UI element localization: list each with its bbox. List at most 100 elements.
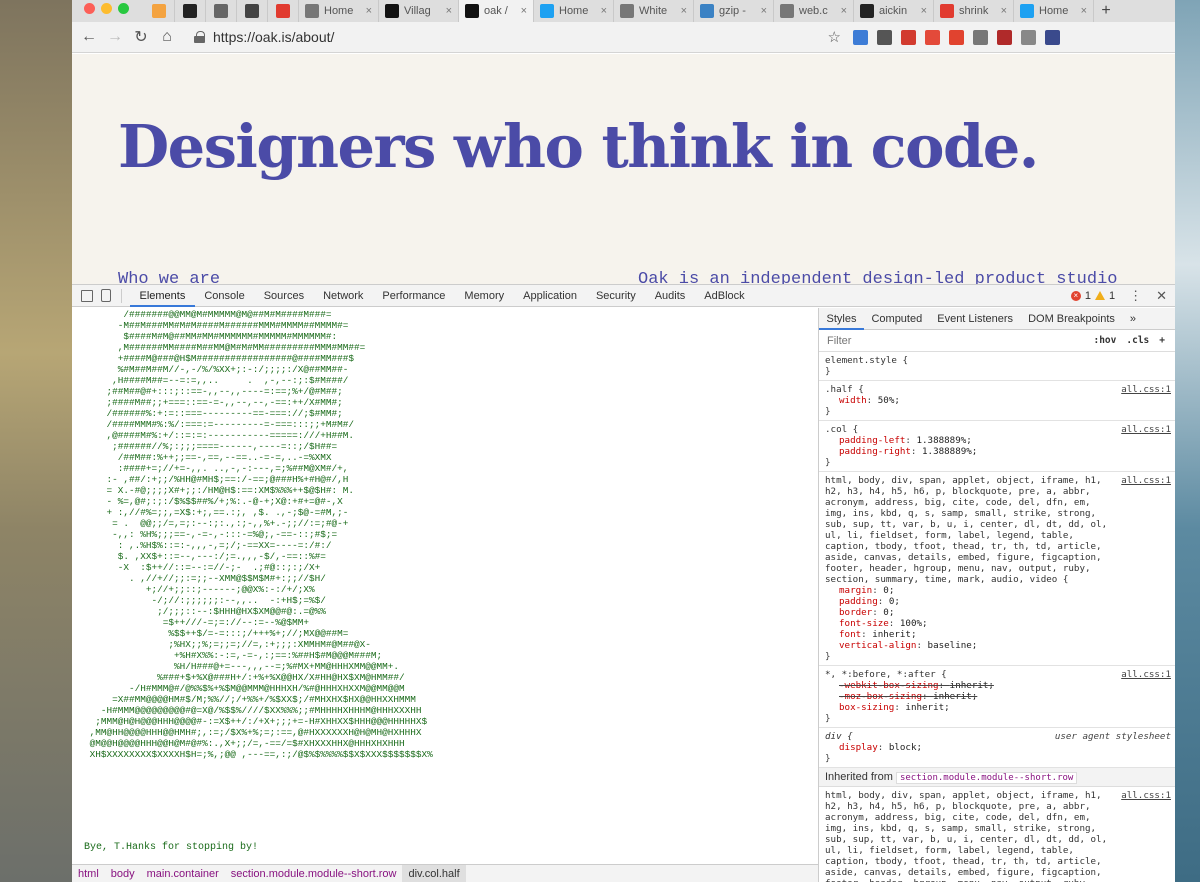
close-tab-icon[interactable]: × <box>601 5 607 17</box>
breadcrumb-item[interactable]: body <box>105 865 141 882</box>
close-devtools-icon[interactable]: ✕ <box>1156 288 1167 304</box>
home-button[interactable]: ⌂ <box>154 28 180 46</box>
close-tab-icon[interactable]: × <box>1081 5 1087 17</box>
forward-button[interactable]: → <box>102 28 128 46</box>
extension-icon[interactable] <box>1045 29 1060 45</box>
browser-window: Home × Villag × oak / × Home × White × gzip - × web.… <box>72 0 1175 882</box>
browser-tab[interactable] <box>175 0 206 22</box>
css-property[interactable]: border: 0; <box>825 607 1171 618</box>
inherited-element-link[interactable]: section.module.module--short.row <box>895 772 1078 784</box>
css-property[interactable]: box-sizing: inherit; <box>825 702 1171 713</box>
extension-icon[interactable] <box>925 29 940 45</box>
console-signoff: Bye, T.Hanks for stopping by! <box>84 842 259 853</box>
browser-tab[interactable]: Home × <box>1014 0 1094 22</box>
browser-tab[interactable]: Home × <box>299 0 379 22</box>
devtools-tab[interactable]: Sources <box>254 285 313 307</box>
extension-icon[interactable] <box>877 29 892 45</box>
element-style-rule: element.style { } <box>819 352 1175 381</box>
css-property[interactable]: padding: 0; <box>825 596 1171 607</box>
studio-intro-text: Oak is an independent design-led product… <box>638 270 1118 284</box>
rule-source-link[interactable]: all.css:1 <box>1121 475 1171 486</box>
hover-state-toggle[interactable]: :hov <box>1093 335 1116 346</box>
css-property[interactable]: font-size: 100%; <box>825 618 1171 629</box>
browser-tab[interactable]: aickin × <box>854 0 934 22</box>
styles-tab[interactable]: Event Listeners <box>930 308 1021 330</box>
devtools-tab[interactable]: Network <box>314 285 373 307</box>
address-bar[interactable]: https://oak.is/about/ ☆ <box>186 25 853 50</box>
minimize-window-button[interactable] <box>101 3 112 14</box>
warning-count[interactable]: 1 <box>1109 290 1115 302</box>
browser-tab[interactable]: White × <box>614 0 694 22</box>
close-tab-icon[interactable]: × <box>446 5 452 17</box>
rule-source-link[interactable]: all.css:1 <box>1121 424 1171 435</box>
close-tab-icon[interactable]: × <box>761 5 767 17</box>
extension-icon[interactable] <box>973 29 988 45</box>
browser-tab[interactable]: shrink × <box>934 0 1014 22</box>
browser-tab[interactable]: web.c × <box>774 0 854 22</box>
close-tab-icon[interactable]: × <box>681 5 687 17</box>
close-tab-icon[interactable]: × <box>841 5 847 17</box>
new-tab-button[interactable]: + <box>1094 0 1118 22</box>
devtools-tab[interactable]: Audits <box>645 285 695 307</box>
breadcrumb-item[interactable]: section.module.module--short.row <box>225 865 403 882</box>
devtools-tab[interactable]: Security <box>586 285 645 307</box>
devtools-tab[interactable]: AdBlock <box>695 285 754 307</box>
browser-tab[interactable]: gzip - × <box>694 0 774 22</box>
extension-icon[interactable] <box>949 29 964 45</box>
browser-tab[interactable]: Home × <box>534 0 614 22</box>
rule-source-link[interactable]: all.css:1 <box>1121 384 1171 395</box>
new-rule-plus-icon[interactable]: + <box>1159 335 1165 346</box>
extension-icon[interactable] <box>901 29 916 45</box>
more-tabs-icon[interactable]: » <box>1122 308 1143 330</box>
browser-tab[interactable]: Villag × <box>379 0 459 22</box>
rule-source-link[interactable]: all.css:1 <box>1121 790 1171 801</box>
bookmark-star-icon[interactable]: ☆ <box>828 28 841 46</box>
devtools-tab[interactable]: Elements <box>130 285 195 307</box>
css-property[interactable]: padding-right: 1.388889%; <box>825 446 1171 457</box>
close-tab-icon[interactable]: × <box>1001 5 1007 17</box>
css-property[interactable]: -webkit-box-sizing: inherit; <box>825 680 1171 691</box>
css-property[interactable]: padding-left: 1.388889%; <box>825 435 1171 446</box>
css-property[interactable]: -moz-box-sizing: inherit; <box>825 691 1171 702</box>
more-options-icon[interactable]: ⋮ <box>1129 288 1142 304</box>
css-property[interactable]: vertical-align: baseline; <box>825 640 1171 651</box>
styles-filter-input[interactable] <box>825 333 1094 348</box>
browser-tab[interactable] <box>237 0 268 22</box>
styles-tab[interactable]: DOM Breakpoints <box>1021 308 1123 330</box>
half-rule: all.css:1 .half { width: 50%; } <box>819 381 1175 421</box>
error-icon: × <box>1070 290 1081 301</box>
inspect-element-icon[interactable] <box>81 289 93 302</box>
class-toggle[interactable]: .cls <box>1126 335 1149 346</box>
browser-tab[interactable] <box>206 0 237 22</box>
rule-source-link[interactable]: all.css:1 <box>1121 669 1171 680</box>
devtools-tab[interactable]: Console <box>195 285 254 307</box>
back-button[interactable]: ← <box>76 28 102 46</box>
rule-selector: html, body, div, span, applet, object, i… <box>825 475 1108 585</box>
css-property[interactable]: display: block; <box>825 742 1171 753</box>
css-property[interactable]: font: inherit; <box>825 629 1171 640</box>
reload-button[interactable]: ↻ <box>128 27 154 47</box>
error-count[interactable]: 1 <box>1085 290 1091 302</box>
browser-tab[interactable] <box>144 0 175 22</box>
breadcrumb-item[interactable]: main.container <box>141 865 225 882</box>
browser-tab[interactable] <box>268 0 299 22</box>
extension-icon[interactable] <box>997 29 1012 45</box>
devtools-tab[interactable]: Application <box>514 285 587 307</box>
close-tab-icon[interactable]: × <box>366 5 372 17</box>
devtools-tab[interactable]: Memory <box>455 285 514 307</box>
styles-tab[interactable]: Styles <box>819 308 864 330</box>
close-tab-icon[interactable]: × <box>921 5 927 17</box>
breadcrumb-item[interactable]: div.col.half <box>402 864 466 882</box>
breadcrumb-item[interactable]: html <box>72 865 105 882</box>
styles-tab[interactable]: Computed <box>864 308 930 330</box>
devtools-tab[interactable]: Performance <box>373 285 455 307</box>
device-toolbar-icon[interactable] <box>101 289 111 302</box>
extension-icon[interactable] <box>853 29 868 45</box>
css-property[interactable]: width: 50%; <box>825 395 1171 406</box>
maximize-window-button[interactable] <box>118 3 129 14</box>
extension-icon[interactable] <box>1021 29 1036 45</box>
browser-tab[interactable]: oak / × <box>459 0 534 22</box>
css-property[interactable]: margin: 0; <box>825 585 1171 596</box>
close-window-button[interactable] <box>84 3 95 14</box>
close-tab-icon[interactable]: × <box>521 5 527 17</box>
